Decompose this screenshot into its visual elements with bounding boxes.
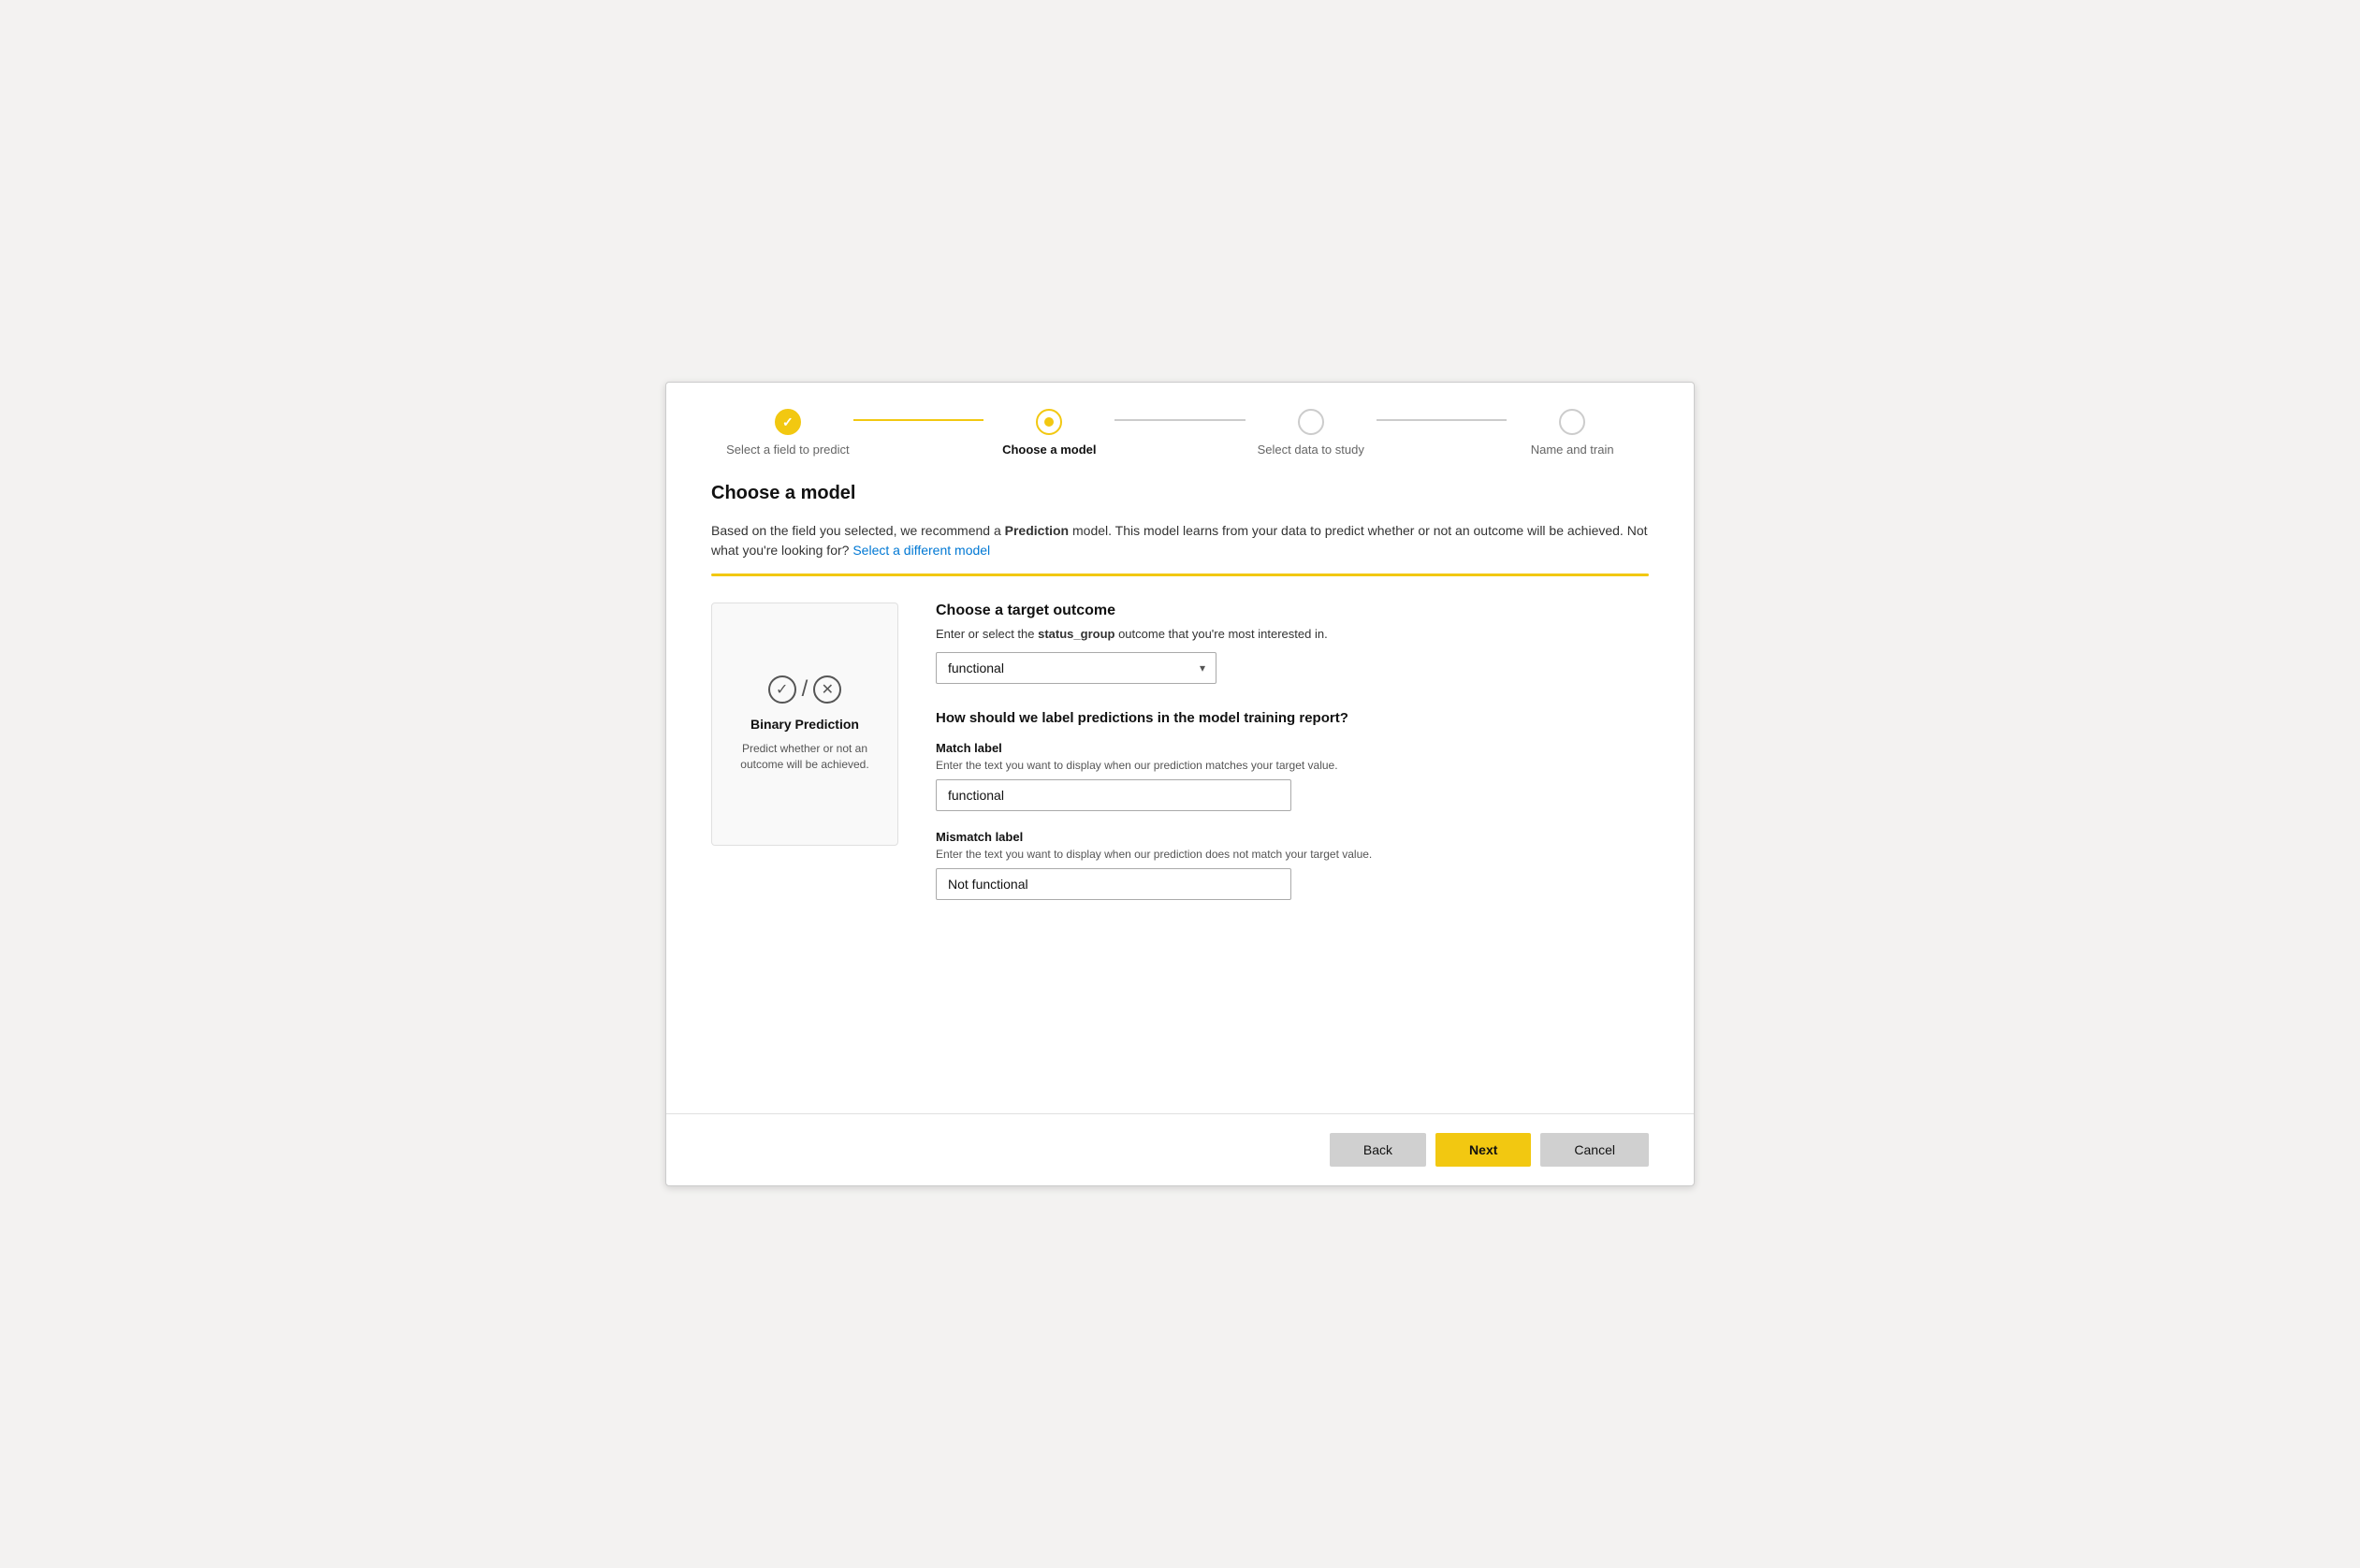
- x-circle: ✕: [813, 675, 841, 704]
- select-different-model-link[interactable]: Select a different model: [852, 543, 990, 558]
- gold-divider: [711, 573, 1649, 576]
- step-4: Name and train: [1507, 409, 1638, 457]
- model-card: ✓ / ✕ Binary Prediction Predict whether …: [711, 603, 898, 846]
- label-section-title: How should we label predictions in the m…: [936, 710, 1649, 726]
- step-3-circle: [1298, 409, 1324, 435]
- main-window: ✓ Select a field to predict Choose a mod…: [665, 382, 1695, 1186]
- target-outcome-title: Choose a target outcome: [936, 603, 1649, 619]
- step-1-circle: ✓: [775, 409, 801, 435]
- match-label-input[interactable]: [936, 779, 1291, 811]
- step-3: Select data to study: [1246, 409, 1377, 457]
- mismatch-label-heading: Mismatch label: [936, 830, 1649, 844]
- step-1-check: ✓: [782, 414, 794, 430]
- match-label-group: Match label Enter the text you want to d…: [936, 741, 1649, 811]
- step-2: Choose a model: [983, 409, 1114, 457]
- step-1: ✓ Select a field to predict: [722, 409, 853, 457]
- mismatch-label-description: Enter the text you want to display when …: [936, 848, 1649, 861]
- step-4-label: Name and train: [1531, 443, 1614, 457]
- subtitle-before: Enter or select the: [936, 627, 1038, 641]
- step-3-label: Select data to study: [1258, 443, 1364, 457]
- step-2-label: Choose a model: [1002, 443, 1096, 457]
- page-title: Choose a model: [711, 483, 1649, 504]
- subtitle-after: outcome that you're most interested in.: [1114, 627, 1327, 641]
- target-outcome-select[interactable]: functional functional needs repair non f…: [936, 652, 1216, 684]
- step-4-circle: [1559, 409, 1585, 435]
- step-1-label: Select a field to predict: [726, 443, 850, 457]
- match-label-heading: Match label: [936, 741, 1649, 755]
- mismatch-label-group: Mismatch label Enter the text you want t…: [936, 830, 1649, 900]
- info-text-before: Based on the field you selected, we reco…: [711, 523, 1005, 538]
- model-layout: ✓ / ✕ Binary Prediction Predict whether …: [711, 603, 1649, 919]
- model-form: Choose a target outcome Enter or select …: [936, 603, 1649, 919]
- info-model-name: Prediction: [1005, 523, 1069, 538]
- model-card-title: Binary Prediction: [750, 717, 859, 732]
- step-2-circle: [1036, 409, 1062, 435]
- footer: Back Next Cancel: [666, 1113, 1694, 1185]
- binary-prediction-icon: ✓ / ✕: [768, 675, 842, 704]
- main-content: Choose a model Based on the field you se…: [666, 457, 1694, 1076]
- target-outcome-select-wrapper: functional functional needs repair non f…: [936, 652, 1216, 684]
- subtitle-field: status_group: [1038, 627, 1114, 641]
- match-label-description: Enter the text you want to display when …: [936, 759, 1649, 772]
- model-card-description: Predict whether or not an outcome will b…: [727, 741, 882, 773]
- back-button[interactable]: Back: [1330, 1133, 1426, 1167]
- cancel-button[interactable]: Cancel: [1540, 1133, 1649, 1167]
- mismatch-label-input[interactable]: [936, 868, 1291, 900]
- next-button[interactable]: Next: [1435, 1133, 1531, 1167]
- stepper: ✓ Select a field to predict Choose a mod…: [666, 383, 1694, 457]
- connector-2-3: [1114, 419, 1246, 421]
- connector-3-4: [1377, 419, 1508, 421]
- slash-divider: /: [802, 676, 809, 703]
- target-outcome-subtitle: Enter or select the status_group outcome…: [936, 627, 1649, 641]
- info-box: Based on the field you selected, we reco…: [711, 521, 1649, 560]
- check-circle: ✓: [768, 675, 796, 704]
- connector-1-2: [853, 419, 984, 421]
- step-2-dot: [1044, 417, 1054, 427]
